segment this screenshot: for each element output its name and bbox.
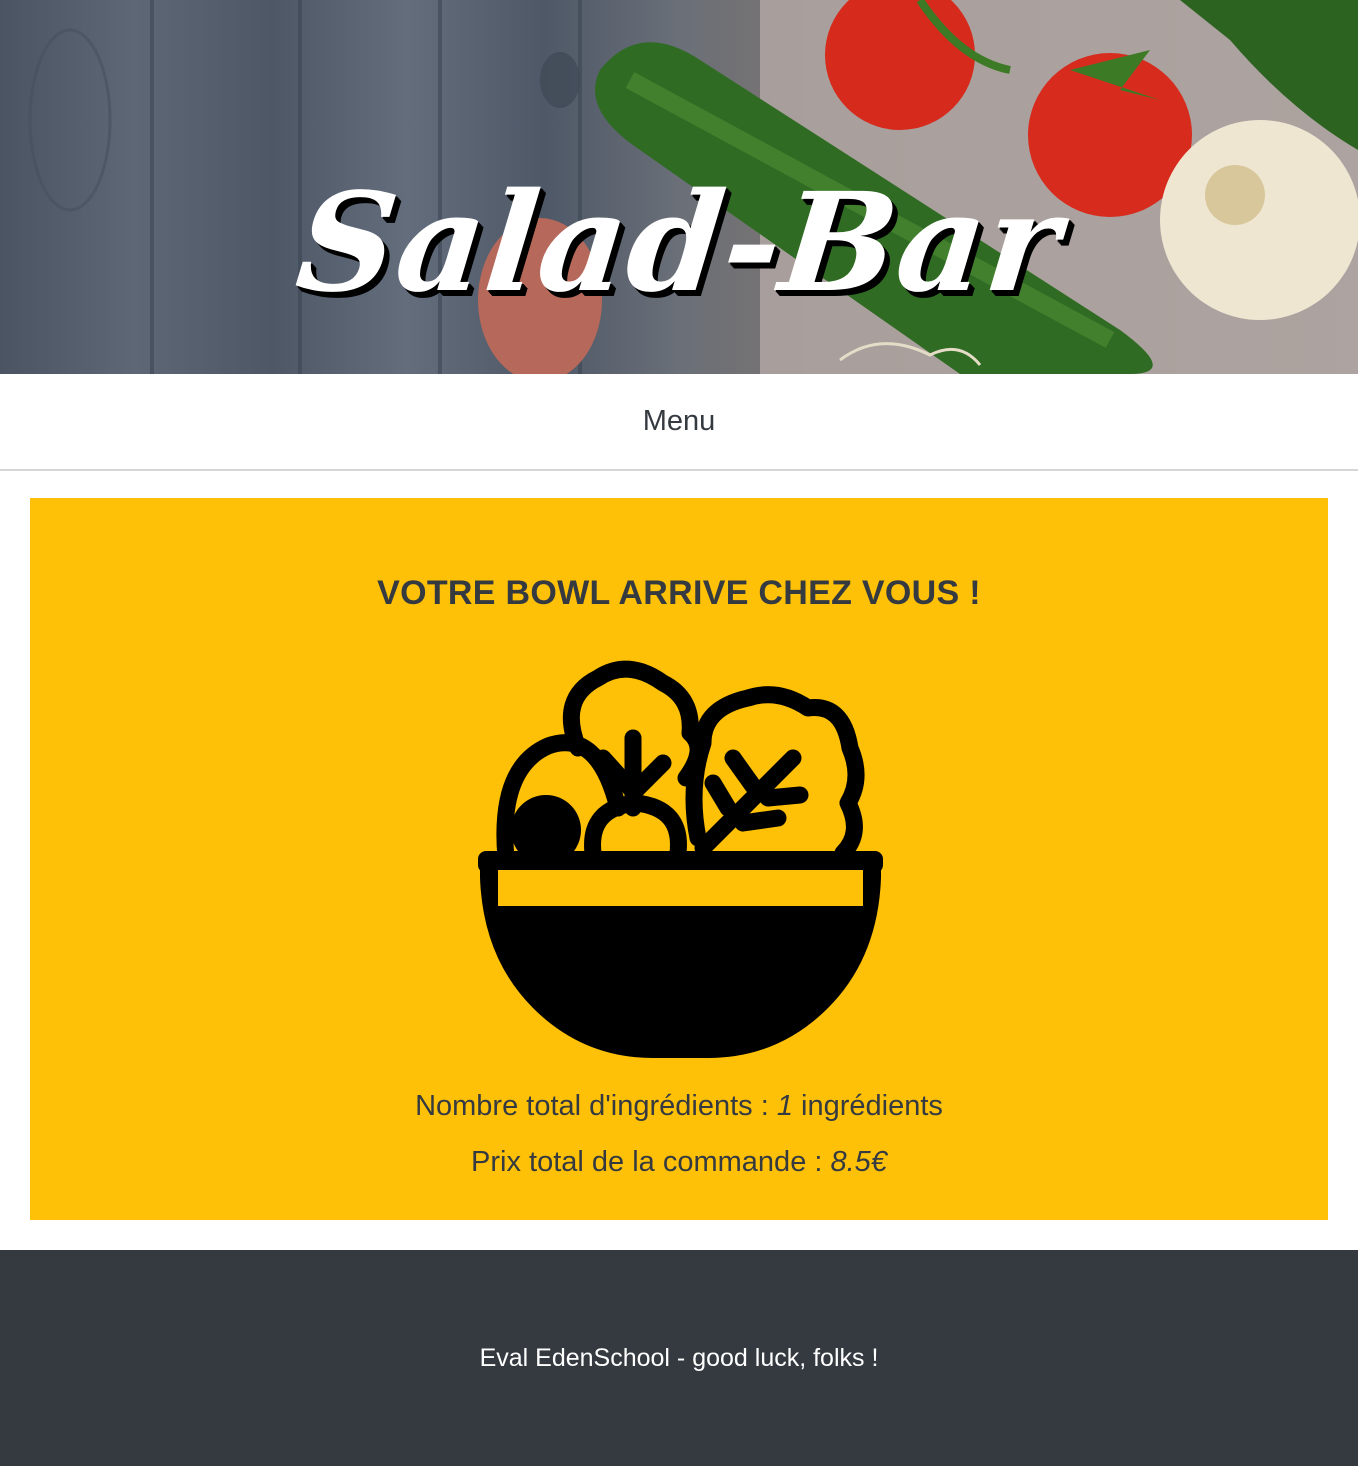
salad-bowl-icon [478,660,883,1058]
page-footer: Eval EdenSchool - good luck, folks ! [0,1250,1358,1466]
ingredients-total: Nombre total d'ingrédients : 1 ingrédien… [30,1090,1328,1123]
main-nav: Menu [0,374,1358,471]
price-value: 8.5€ [830,1146,887,1178]
footer-text: Eval EdenSchool - good luck, folks ! [479,1343,879,1372]
site-title: Salad-Bar [289,163,1069,323]
nav-menu-link[interactable]: Menu [643,405,716,438]
order-confirmation-panel: VOTRE BOWL ARRIVE CHEZ VOUS ! Nombre tot… [30,498,1328,1220]
order-heading: VOTRE BOWL ARRIVE CHEZ VOUS ! [377,574,981,612]
price-label: Prix total de la commande : [471,1146,831,1178]
hero-banner: Salad-Bar [0,0,1358,374]
order-total-price: Prix total de la commande : 8.5€ [30,1146,1328,1179]
ingredients-count: 1 [776,1090,793,1122]
ingredients-unit: ingrédients [792,1090,943,1122]
ingredients-label: Nombre total d'ingrédients : [415,1090,777,1122]
